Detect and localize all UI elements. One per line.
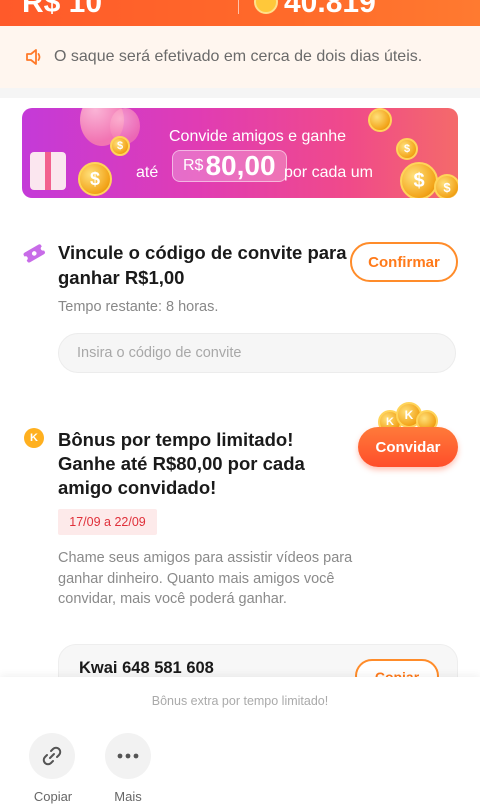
banner-currency: R$ [183,157,204,174]
cash-balance: R$ 10 [22,0,103,19]
coin-decoration: $ [110,136,130,156]
date-range-badge: 17/09 a 22/09 [58,509,157,535]
invite-code-title: Vincule o código de convite para ganhar … [58,242,347,288]
confirm-button[interactable]: Confirmar [350,242,458,282]
banner-headline: Convide amigos e ganhe [169,128,347,145]
section-gap [0,88,480,98]
coin-decoration: $ [400,162,438,198]
banner-suffix: por cada um [284,164,373,181]
share-sheet-title: Bônus extra por tempo limitado! [151,694,329,708]
more-icon [117,753,139,759]
banner-amount: 80,00 [205,150,276,181]
copy-link-button[interactable] [29,733,75,779]
kwai-id: Kwai 648 581 608 [79,659,214,677]
link-icon [42,746,62,766]
coin-icon [254,0,278,14]
withdraw-notice: O saque será efetivado em cerca de dois … [0,26,480,88]
bonus-description: Chame seus amigos para assistir vídeos p… [58,550,353,607]
more-button[interactable] [105,733,151,779]
gift-icon [30,152,66,190]
header-divider [238,0,239,14]
notice-text: O saque será efetivado em cerca de dois … [54,48,423,65]
share-sheet: Bônus extra por tempo limitado! Copiar M… [0,677,480,812]
more-label: Mais [114,789,142,804]
coin-decoration [368,108,392,132]
invite-code-input[interactable] [58,333,456,373]
coin-decoration: $ [396,138,418,160]
balance-header: R$ 10 40.819 [0,0,480,26]
copy-label: Copiar [33,789,73,804]
banner-amount-pill: R$ 80,00 [172,150,287,182]
kwai-coin-icon: K [24,428,44,448]
coin-balance: 40.819 [284,0,376,19]
coin-decoration: $ [78,162,112,196]
banner-prefix: até [136,164,159,181]
ticket-icon [23,244,46,263]
speaker-icon [26,49,41,65]
coin-decoration: $ [434,174,458,198]
remaining-time: Tempo restante: 8 horas. [58,299,219,315]
bonus-title: Bônus por tempo limitado! Ganhe até R$80… [58,429,305,498]
invite-banner[interactable]: $ $ $ $ $ Convide amigos e ganhe até R$ … [22,108,458,198]
invite-button[interactable]: Convidar [358,427,458,467]
